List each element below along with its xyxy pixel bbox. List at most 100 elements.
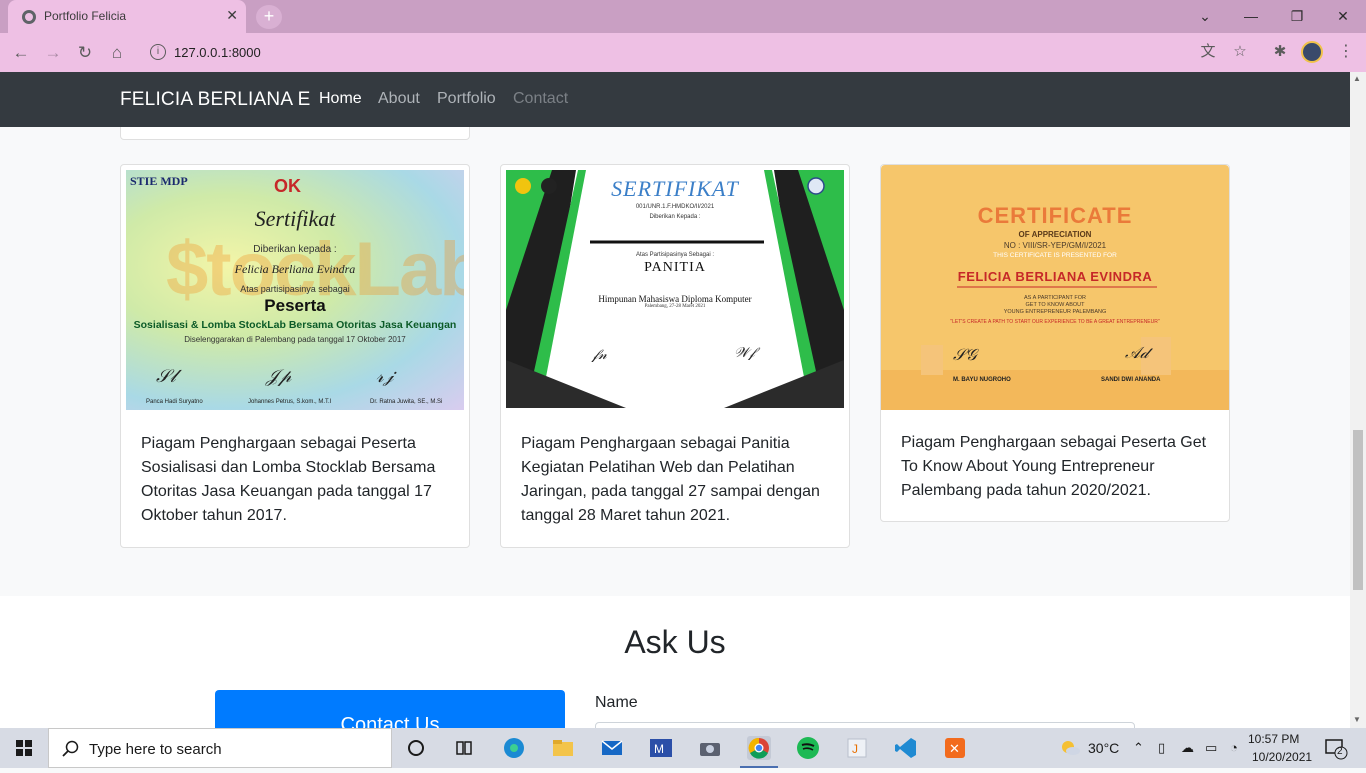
notifications-icon[interactable] (1324, 736, 1348, 760)
reload-icon[interactable]: ↻ (74, 42, 96, 64)
signer-name: SANDI DWI ANANDA (1101, 377, 1161, 383)
file-explorer-icon[interactable] (551, 736, 575, 760)
cert-title: SERTIFIKAT (611, 176, 739, 201)
xampp-icon[interactable]: ✕ (943, 736, 967, 760)
chrome-icon[interactable] (747, 736, 771, 760)
cert-number: NO : VIII/SR-YEP/GM/I/2021 (1003, 241, 1107, 250)
start-button[interactable] (0, 728, 48, 768)
scroll-up-icon[interactable]: ▲ (1353, 74, 1361, 83)
taskbar-search[interactable]: Type here to search (48, 728, 392, 768)
address-bar[interactable]: i 127.0.0.1:8000 (140, 37, 1258, 67)
mail-icon[interactable] (600, 736, 624, 760)
nav-home[interactable]: Home (319, 90, 362, 108)
signature: 𝒜𝒹 (1125, 345, 1149, 362)
restore-button[interactable]: ❐ (1274, 0, 1320, 32)
spotify-icon[interactable] (796, 736, 820, 760)
nav-contact[interactable]: Contact (513, 90, 568, 108)
certificate-image-panitia: SERTIFIKAT 001/UNR.1.F.HMDKO/II/2021 Dib… (506, 170, 844, 408)
signer-name: Johannes Petrus, S.kom., M.T.I (248, 399, 332, 405)
vpn-app-icon[interactable]: M (649, 736, 673, 760)
scrollbar-thumb[interactable] (1353, 430, 1363, 590)
site-brand[interactable]: FELICIA BERLIANA E (120, 89, 311, 111)
globe-icon (22, 10, 36, 24)
forward-icon[interactable]: → (42, 42, 64, 64)
section-title: Ask Us (624, 624, 726, 660)
nav-about[interactable]: About (378, 90, 420, 108)
task-view-icon[interactable] (452, 736, 476, 760)
weather-temp[interactable]: 30°C (1088, 740, 1119, 756)
battery-icon[interactable]: ▭ (1205, 740, 1217, 756)
page-scrollbar[interactable]: ▲ ▼ (1350, 72, 1366, 728)
cert-subtitle: OF APPRECIATION (1018, 230, 1092, 239)
tab-search-icon[interactable]: ⌄ (1182, 0, 1228, 32)
cert-presented: THIS CERTIFICATE IS PRESENTED FOR (993, 252, 1117, 259)
minimize-button[interactable]: — (1228, 0, 1274, 32)
cert-org: Himpunan Mahasiswa Diploma Komputer (598, 294, 752, 304)
close-window-button[interactable]: ✕ (1320, 0, 1366, 32)
tab-title: Portfolio Felicia (44, 9, 127, 23)
signature: 𝓇𝒿 (376, 366, 394, 386)
vscode-icon[interactable] (894, 736, 918, 760)
contact-us-button[interactable]: Contact Us (215, 690, 565, 728)
certificate-image-entrepreneur: CERTIFICATE OF APPRECIATION NO : VIII/SR… (881, 165, 1229, 410)
cert-event: Sosialisasi & Lomba StockLab Bersama Oto… (133, 319, 457, 331)
certificate-image-stocklab: STIE MDP OK $tockLab Sertifikat Diberika… (126, 170, 464, 410)
cert-recipient: FELICIA BERLIANA EVINDRA (957, 269, 1153, 284)
cert-recipient: Felicia Berliana Evindra (234, 262, 356, 276)
onedrive-icon[interactable]: ☁ (1181, 740, 1194, 756)
weather-icon[interactable] (1058, 736, 1082, 760)
certificate-description: Piagam Penghargaan sebagai Panitia Kegia… (521, 435, 820, 524)
translate-icon[interactable]: 文 (1198, 42, 1218, 62)
cert-event: GET TO KNOW ABOUT (1025, 302, 1085, 308)
signature: 𝒮𝓁 (156, 366, 176, 386)
svg-text:M: M (654, 742, 664, 756)
cert-event: YOUNG ENTREPRENEUR PALEMBANG (1003, 309, 1107, 315)
close-tab-icon[interactable]: ✕ (226, 7, 238, 24)
new-tab-button[interactable]: + (256, 5, 282, 29)
signer-name: Panca Hadi Suryatno (146, 399, 203, 405)
cert-date: Palembang, 27-28 Maret 2021 (644, 304, 706, 309)
wifi-icon[interactable]: ◔ (1230, 740, 1238, 755)
clock-date[interactable]: 10/20/2021 (1252, 750, 1312, 764)
camera-icon[interactable] (698, 736, 722, 760)
bookmark-star-icon[interactable]: ☆ (1230, 42, 1250, 62)
signature: 𝒮𝒢 (953, 347, 977, 364)
home-icon[interactable]: ⌂ (106, 42, 128, 64)
cert-tagline: "LET'S CREATE A PATH TO START OUR EXPERI… (950, 319, 1160, 325)
scroll-down-icon[interactable]: ▼ (1353, 715, 1361, 724)
search-icon (62, 740, 79, 757)
edge-icon[interactable] (502, 736, 526, 760)
profile-avatar[interactable] (1301, 41, 1323, 63)
chevron-up-icon[interactable]: ⌃ (1133, 740, 1144, 756)
url-text[interactable]: 127.0.0.1:8000 (174, 45, 261, 60)
cert-number: 001/UNR.1.F.HMDKO/II/2021 (635, 204, 715, 210)
cert-role: Peserta (264, 296, 326, 315)
cert-given-to: Diberikan kepada : (253, 244, 337, 255)
search-placeholder: Type here to search (89, 741, 222, 758)
signer-name: Dr. Ratna Juwita, SE., M.Si (370, 399, 443, 405)
ask-us-section: Ask Us Contact Us Name (0, 596, 1350, 728)
cert-title: Sertifikat (254, 206, 336, 231)
browser-tab-strip: Portfolio Felicia ✕ + ⌄ — ❐ ✕ (0, 0, 1366, 33)
back-icon[interactable]: ← (10, 42, 32, 64)
cert-role: PANITIA (644, 260, 706, 275)
extensions-icon[interactable]: ✱ (1270, 42, 1290, 62)
clock-time[interactable]: 10:57 PM (1248, 732, 1299, 746)
certificate-description: Piagam Penghargaan sebagai Peserta Get T… (901, 434, 1207, 499)
cortana-icon[interactable] (404, 736, 428, 760)
device-icon[interactable]: ▯ (1158, 740, 1165, 756)
svg-text:J: J (852, 742, 858, 756)
cert-as: AS A PARTICIPANT FOR (1024, 295, 1086, 301)
cert-title: CERTIFICATE (977, 203, 1133, 228)
name-label: Name (595, 694, 638, 711)
site-info-icon[interactable]: i (150, 44, 166, 60)
ojk-logo: OK (274, 176, 301, 196)
browser-tab[interactable]: Portfolio Felicia ✕ (8, 0, 246, 33)
menu-icon[interactable]: ⋮ (1338, 41, 1354, 61)
certificate-decor (881, 286, 1229, 410)
signature: 𝒻𝓃 (592, 348, 607, 363)
java-icon[interactable]: J (845, 736, 869, 760)
signer-name: M. BAYU NUGROHO (953, 377, 1011, 383)
page-viewport: STIE MDP OK $tockLab Sertifikat Diberika… (0, 72, 1350, 728)
nav-portfolio[interactable]: Portfolio (437, 90, 496, 108)
